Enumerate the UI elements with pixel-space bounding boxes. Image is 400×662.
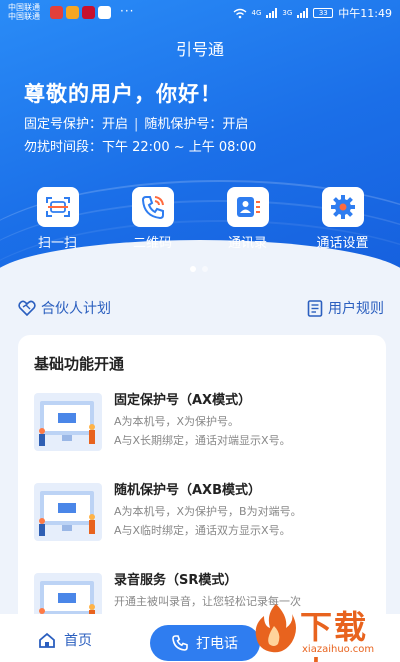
signal-icon (297, 8, 309, 18)
links-row: 合伙人计划 用户规则 (0, 298, 400, 322)
network-type-1: 4G (251, 9, 262, 17)
action-label: 扫一扫 (37, 236, 77, 251)
carousel-indicator (190, 266, 208, 272)
carrier-2: 中国联通 (8, 12, 40, 21)
phone-icon (141, 196, 164, 220)
watermark-url: xiazaihuo.com (302, 644, 375, 655)
monitor-illustration-icon (39, 401, 95, 446)
carousel-dot[interactable] (202, 266, 208, 272)
document-icon (307, 299, 323, 317)
action-call-settings[interactable]: 通话设置 (298, 187, 388, 251)
clock: 中午11:49 (338, 7, 392, 20)
watermark: 下载火 xiazaihuo.com (250, 596, 400, 662)
network-type-2: 3G (282, 9, 293, 17)
notification-icons (50, 6, 111, 19)
feature-desc-line: A为本机号，X为保护号，B为对端号。 (114, 505, 302, 518)
protection-status: 固定号保护：开启 | 随机保护号：开启 (24, 113, 248, 132)
feature-description: A为本机号，X为保护号。 A与X长期绑定，通话对端显示X号。 (114, 412, 379, 450)
status-right: 4G 3G 33 中午11:49 (233, 5, 392, 21)
features-card: 基础功能开通 固定保护号（AX模式） A为本机号，X为保护号。 A与X长期绑定，… (18, 335, 386, 635)
action-label: 二维码 (132, 236, 172, 251)
feature-title: 随机保护号（AXB模式） (114, 483, 261, 498)
carrier-info: 中国联通 中国联通 (8, 3, 40, 21)
fixed-protect-status: 固定号保护：开启 (24, 117, 129, 132)
app-notification-icon (50, 6, 63, 19)
user-rules-label: 用户规则 (328, 301, 384, 317)
feature-title: 录音服务（SR模式） (114, 573, 238, 588)
battery-icon: 33 (313, 8, 334, 18)
wifi-icon (233, 8, 246, 18)
random-protect-status: 随机保护号：开启 (144, 117, 249, 132)
action-scan[interactable]: 扫一扫 (13, 187, 103, 251)
tab-home[interactable]: 首页 (38, 630, 92, 650)
user-rules-link[interactable]: 用户规则 (307, 298, 384, 318)
monitor-illustration-icon (39, 491, 95, 536)
make-call-button[interactable]: 打电话 (150, 625, 260, 661)
partner-plan-label: 合伙人计划 (41, 301, 111, 317)
signal-icon (266, 8, 278, 18)
carousel-dot[interactable] (190, 266, 196, 272)
feature-item-axb[interactable]: 随机保护号（AXB模式） A为本机号，X为保护号，B为对端号。 A与X临时绑定，… (34, 475, 379, 555)
app-notification-icon (98, 6, 111, 19)
action-qrcode[interactable]: 二维码 (108, 187, 198, 251)
app-notification-icon (82, 6, 95, 19)
greeting: 尊敬的用户，你好！ (24, 82, 222, 106)
flame-logo-icon (255, 604, 296, 653)
feature-description: A为本机号，X为保护号，B为对端号。 A与X临时绑定，通话双方显示X号。 (114, 502, 379, 540)
carrier-1: 中国联通 (8, 3, 40, 12)
scan-icon (45, 197, 70, 217)
action-contacts[interactable]: 通讯录 (203, 187, 293, 251)
action-label: 通讯录 (227, 236, 267, 251)
feature-illustration (34, 483, 102, 541)
action-label: 通话设置 (316, 236, 369, 251)
feature-title: 固定保护号（AX模式） (114, 393, 252, 408)
more-notifications-icon: ··· (120, 4, 135, 18)
app-notification-icon (66, 6, 79, 19)
feature-item-ax[interactable]: 固定保护号（AX模式） A为本机号，X为保护号。 A与X长期绑定，通话对端显示X… (34, 385, 379, 465)
tab-home-label: 首页 (64, 633, 92, 649)
handshake-icon (18, 300, 36, 316)
divider: | (134, 117, 139, 132)
status-bar: 中国联通 中国联通 ··· 4G 3G 33 中午11:49 (0, 0, 400, 26)
page-title: 引号通 (175, 40, 224, 59)
quick-actions: 扫一扫 二维码 通讯录 通话设置 (0, 187, 400, 251)
feature-desc-line: A为本机号，X为保护号。 (114, 415, 240, 428)
contacts-icon (236, 197, 260, 217)
settings-icon (330, 195, 355, 219)
partner-plan-link[interactable]: 合伙人计划 (18, 298, 111, 318)
home-icon (39, 632, 55, 648)
feature-desc-line: A与X临时绑定，通话双方显示X号。 (114, 524, 291, 537)
feature-desc-line: A与X长期绑定，通话对端显示X号。 (114, 434, 291, 447)
feature-illustration (34, 393, 102, 451)
section-title: 基础功能开通 (34, 355, 125, 373)
make-call-label: 打电话 (196, 636, 238, 652)
phone-icon (172, 635, 188, 651)
dnd-period: 勿扰时间段：下午 22:00 ~ 上午 08:00 (24, 140, 257, 155)
